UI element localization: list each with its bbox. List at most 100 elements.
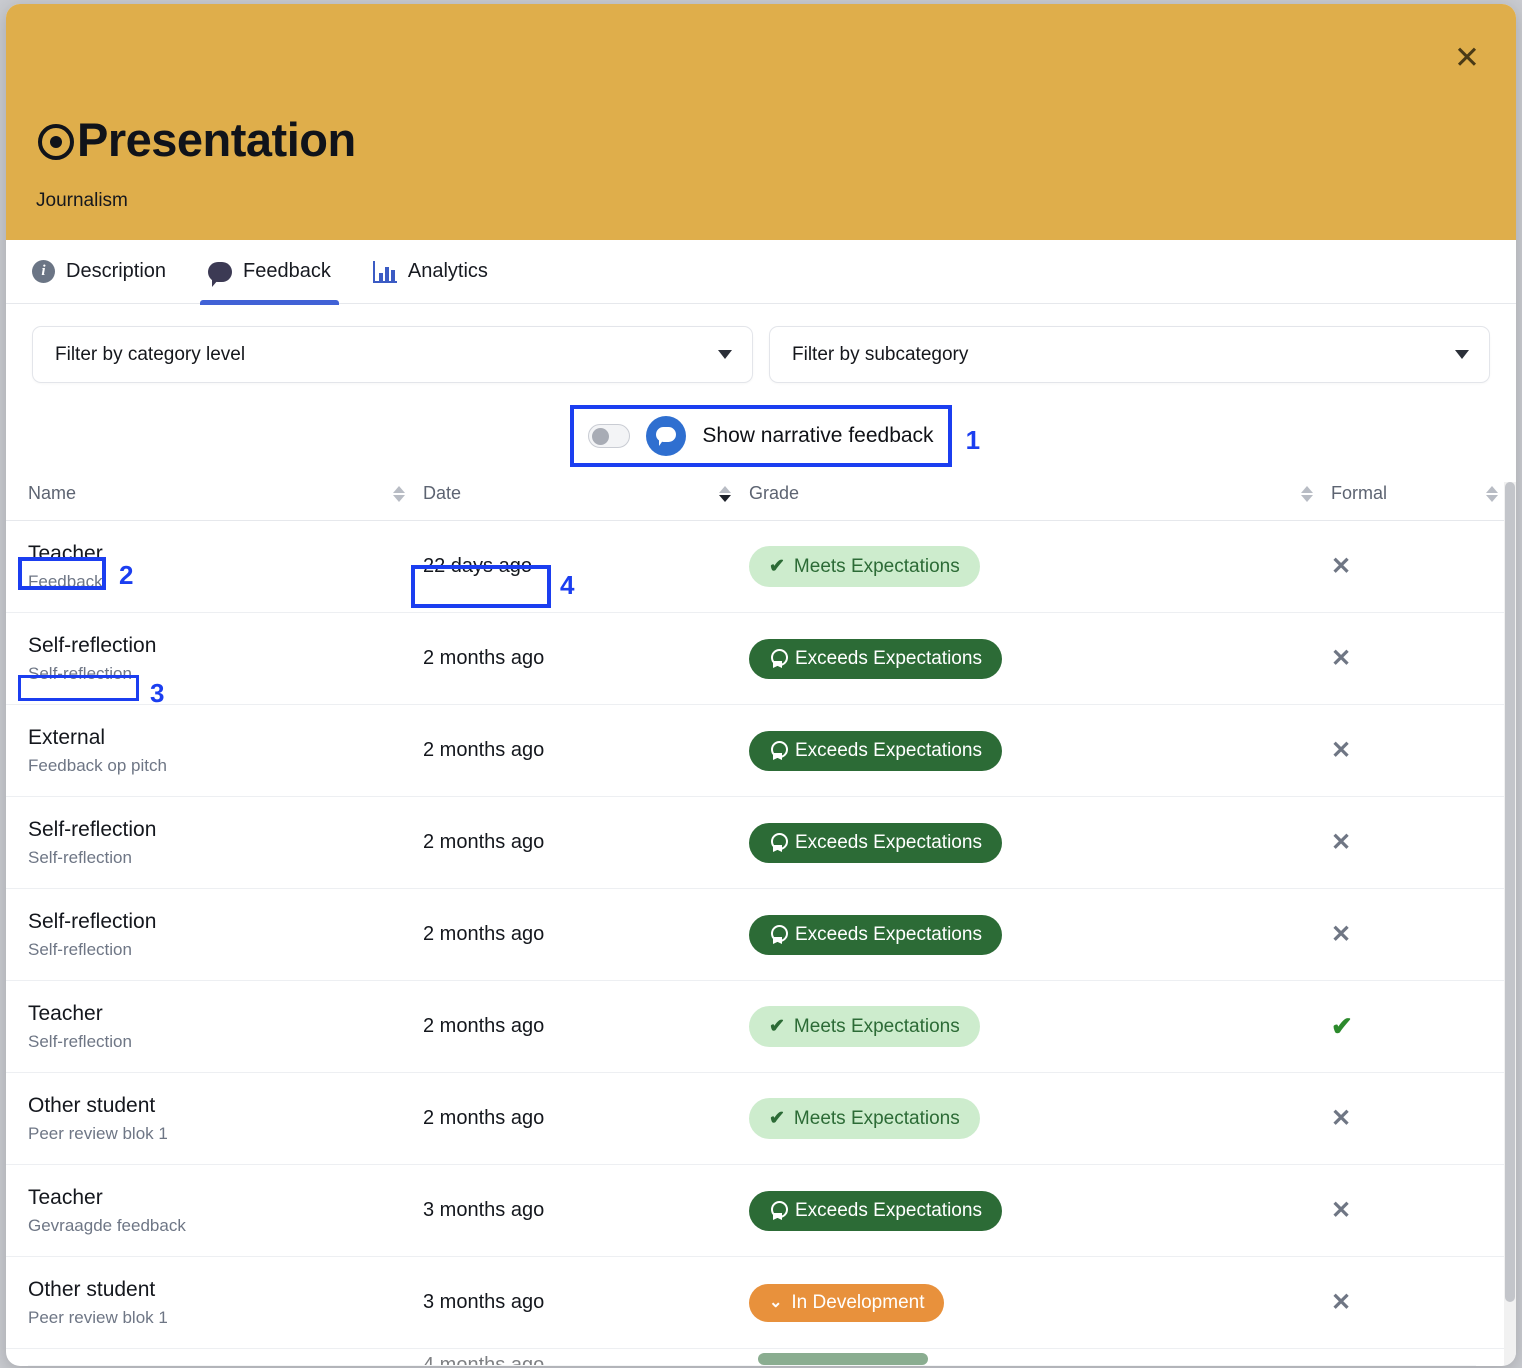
row-6-date: 2 months ago (423, 1015, 545, 1037)
narrative-feedback-row: Show narrative feedback 1 (6, 405, 1516, 467)
table-row[interactable]: Teacher Self-reflection 2 months ago ✔ Meets… (6, 981, 1516, 1073)
status-badge: Exceeds Expectations (749, 914, 1002, 955)
table-cell-formal: ✕ (1331, 830, 1516, 855)
info-icon: i (32, 260, 55, 283)
tab-description[interactable]: i Description (24, 240, 174, 304)
table-cell-name: Other student Peer review blok 1 (28, 1093, 423, 1145)
close-icon[interactable]: ✕ (1446, 36, 1488, 78)
medal-icon (769, 649, 788, 668)
column-header-date-label: Date (423, 483, 462, 503)
speech-bubble-icon (208, 261, 233, 287)
table-cell-grade: Exceeds Expectations (749, 730, 1331, 771)
table-cell-name: Self-reflection Self-reflection (28, 909, 423, 961)
table-cell-grade: ⌄ In Development (749, 1283, 1331, 1322)
medal-icon (769, 741, 788, 760)
status-badge-label: Meets Expectations (793, 1015, 960, 1037)
row-9-name-primary: Other student (28, 1277, 156, 1301)
table-row[interactable]: Self-reflection Self-reflection 2 months a… (6, 797, 1516, 889)
table-cell-formal: ✕ (1331, 1106, 1516, 1131)
table-cell-grade: ✔ Meets Expectations (749, 546, 1331, 587)
row-4-date: 2 months ago (423, 831, 545, 853)
check-icon: ✔ (769, 556, 785, 577)
row-5-date: 2 months ago (423, 923, 545, 945)
medal-icon (769, 925, 788, 944)
status-badge: Exceeds Expectations (749, 822, 1002, 863)
tab-bar: i Description Feedback Analytics (6, 240, 1516, 305)
column-header-formal-label: Formal (1331, 483, 1388, 503)
sort-icon[interactable] (393, 485, 405, 502)
column-header-name[interactable]: Name (28, 483, 423, 504)
check-icon: ✔ (769, 1108, 785, 1129)
table-row[interactable]: Teacher Gevraagde feedback 3 months ago Exc… (6, 1165, 1516, 1257)
status-badge-label: Exceeds Expectations (795, 647, 982, 669)
sort-icon[interactable] (719, 485, 731, 502)
table-cell-name: Other student Peer review blok 1 (28, 1277, 423, 1329)
show-narrative-feedback-toggle[interactable]: Show narrative feedback 1 (570, 405, 980, 467)
column-header-date[interactable]: Date (423, 483, 749, 504)
filter-category-level-select[interactable]: Filter by category level (32, 326, 753, 383)
cross-icon: ✕ (1331, 736, 1352, 764)
check-icon: ✔ (769, 1016, 785, 1037)
column-header-grade[interactable]: Grade (749, 483, 1331, 504)
status-badge: ✔ Meets Expectations (749, 1006, 980, 1047)
page-title: Presentation (38, 116, 356, 163)
narrative-toggle-label: Show narrative feedback (702, 424, 934, 447)
table-row[interactable]: Other student Peer review blok 1 2 months … (6, 1073, 1516, 1165)
row-8-name-primary: Teacher (28, 1185, 103, 1209)
narrative-toggle-switch[interactable] (588, 424, 631, 448)
medal-icon (769, 833, 788, 852)
row-3-name-secondary: Feedback op pitch (28, 756, 167, 775)
sort-icon[interactable] (1301, 485, 1313, 502)
row-1-name-primary: Teacher (28, 541, 103, 565)
table-row[interactable]: Other student Peer review blok 1 3 months … (6, 1257, 1516, 1349)
filter-subcategory-select[interactable]: Filter by subcategory (769, 326, 1490, 383)
column-header-name-label: Name (28, 483, 77, 503)
bar-chart-icon (372, 260, 397, 283)
table-cell-formal: ✕ (1331, 736, 1516, 764)
scrollbar-thumb[interactable] (1505, 482, 1515, 1302)
speech-bubble-icon (646, 416, 687, 456)
table-row[interactable]: Teacher Feedback 22 days ago ✔ Meets Expecta… (6, 521, 1516, 613)
row-5-name-primary: Self-reflection (28, 909, 157, 933)
table-row[interactable]: Self-reflection Self-reflection 2 months a… (6, 613, 1516, 705)
filter-bar: Filter by category level Filter by subca… (6, 304, 1516, 383)
row-6-name-primary: Teacher (28, 1001, 103, 1025)
tab-analytics[interactable]: Analytics (365, 240, 496, 304)
row-1-name-secondary: Feedback (28, 572, 103, 591)
row-7-date: 2 months ago (423, 1107, 545, 1129)
status-badge: Exceeds Expectations (749, 638, 1002, 679)
vertical-scrollbar[interactable] (1504, 482, 1516, 1366)
row-6-name-secondary: Self-reflection (28, 1032, 132, 1051)
status-badge-label: Meets Expectations (793, 1107, 960, 1129)
table-cell-formal: ✕ (1331, 922, 1516, 947)
column-header-formal[interactable]: Formal (1331, 483, 1516, 504)
chevron-down-icon: ⌄ (769, 1293, 783, 1311)
annotation-number-2: 2 (119, 560, 134, 590)
filter-category-level-value: Filter by category level (55, 343, 246, 365)
row-2-date: 2 months ago (423, 647, 545, 669)
table-row[interactable]: External Feedback op pitch 2 months ago Exc… (6, 705, 1516, 797)
annotation-number-3: 3 (150, 678, 165, 708)
table-cell-name: External Feedback op pitch (28, 725, 423, 777)
row-2-name-primary: Self-reflection (28, 633, 157, 657)
cross-icon: ✕ (1331, 1196, 1352, 1224)
tab-description-label: Description (66, 260, 167, 282)
modal-header: ✕ Presentation Journalism (6, 4, 1516, 240)
table-cell-name: Teacher Gevraagde feedback (28, 1185, 423, 1237)
status-badge: ⌄ In Development (749, 1283, 945, 1322)
table-row[interactable]: Self-reflection Self-reflection 2 months a… (6, 889, 1516, 981)
table-cell-name: Teacher Self-reflection (28, 1001, 423, 1053)
cross-icon: ✕ (1331, 1288, 1352, 1316)
sort-icon[interactable] (1486, 485, 1498, 502)
table-cell-name: Self-reflection Self-reflection (28, 817, 423, 869)
feedback-modal: ✕ Presentation Journalism i Description … (6, 4, 1516, 1366)
check-icon: ✔ (1331, 1011, 1353, 1041)
table-cell-name: Teacher Feedback (28, 541, 423, 593)
status-badge: Exceeds Expectations (749, 730, 1002, 771)
cross-icon: ✕ (1331, 644, 1352, 672)
row-7-name-primary: Other student (28, 1093, 156, 1117)
row-8-date: 3 months ago (423, 1199, 545, 1221)
status-badge-label: In Development (791, 1291, 925, 1313)
tab-feedback[interactable]: Feedback (200, 240, 339, 305)
status-badge-label: Exceeds Expectations (795, 1199, 982, 1221)
